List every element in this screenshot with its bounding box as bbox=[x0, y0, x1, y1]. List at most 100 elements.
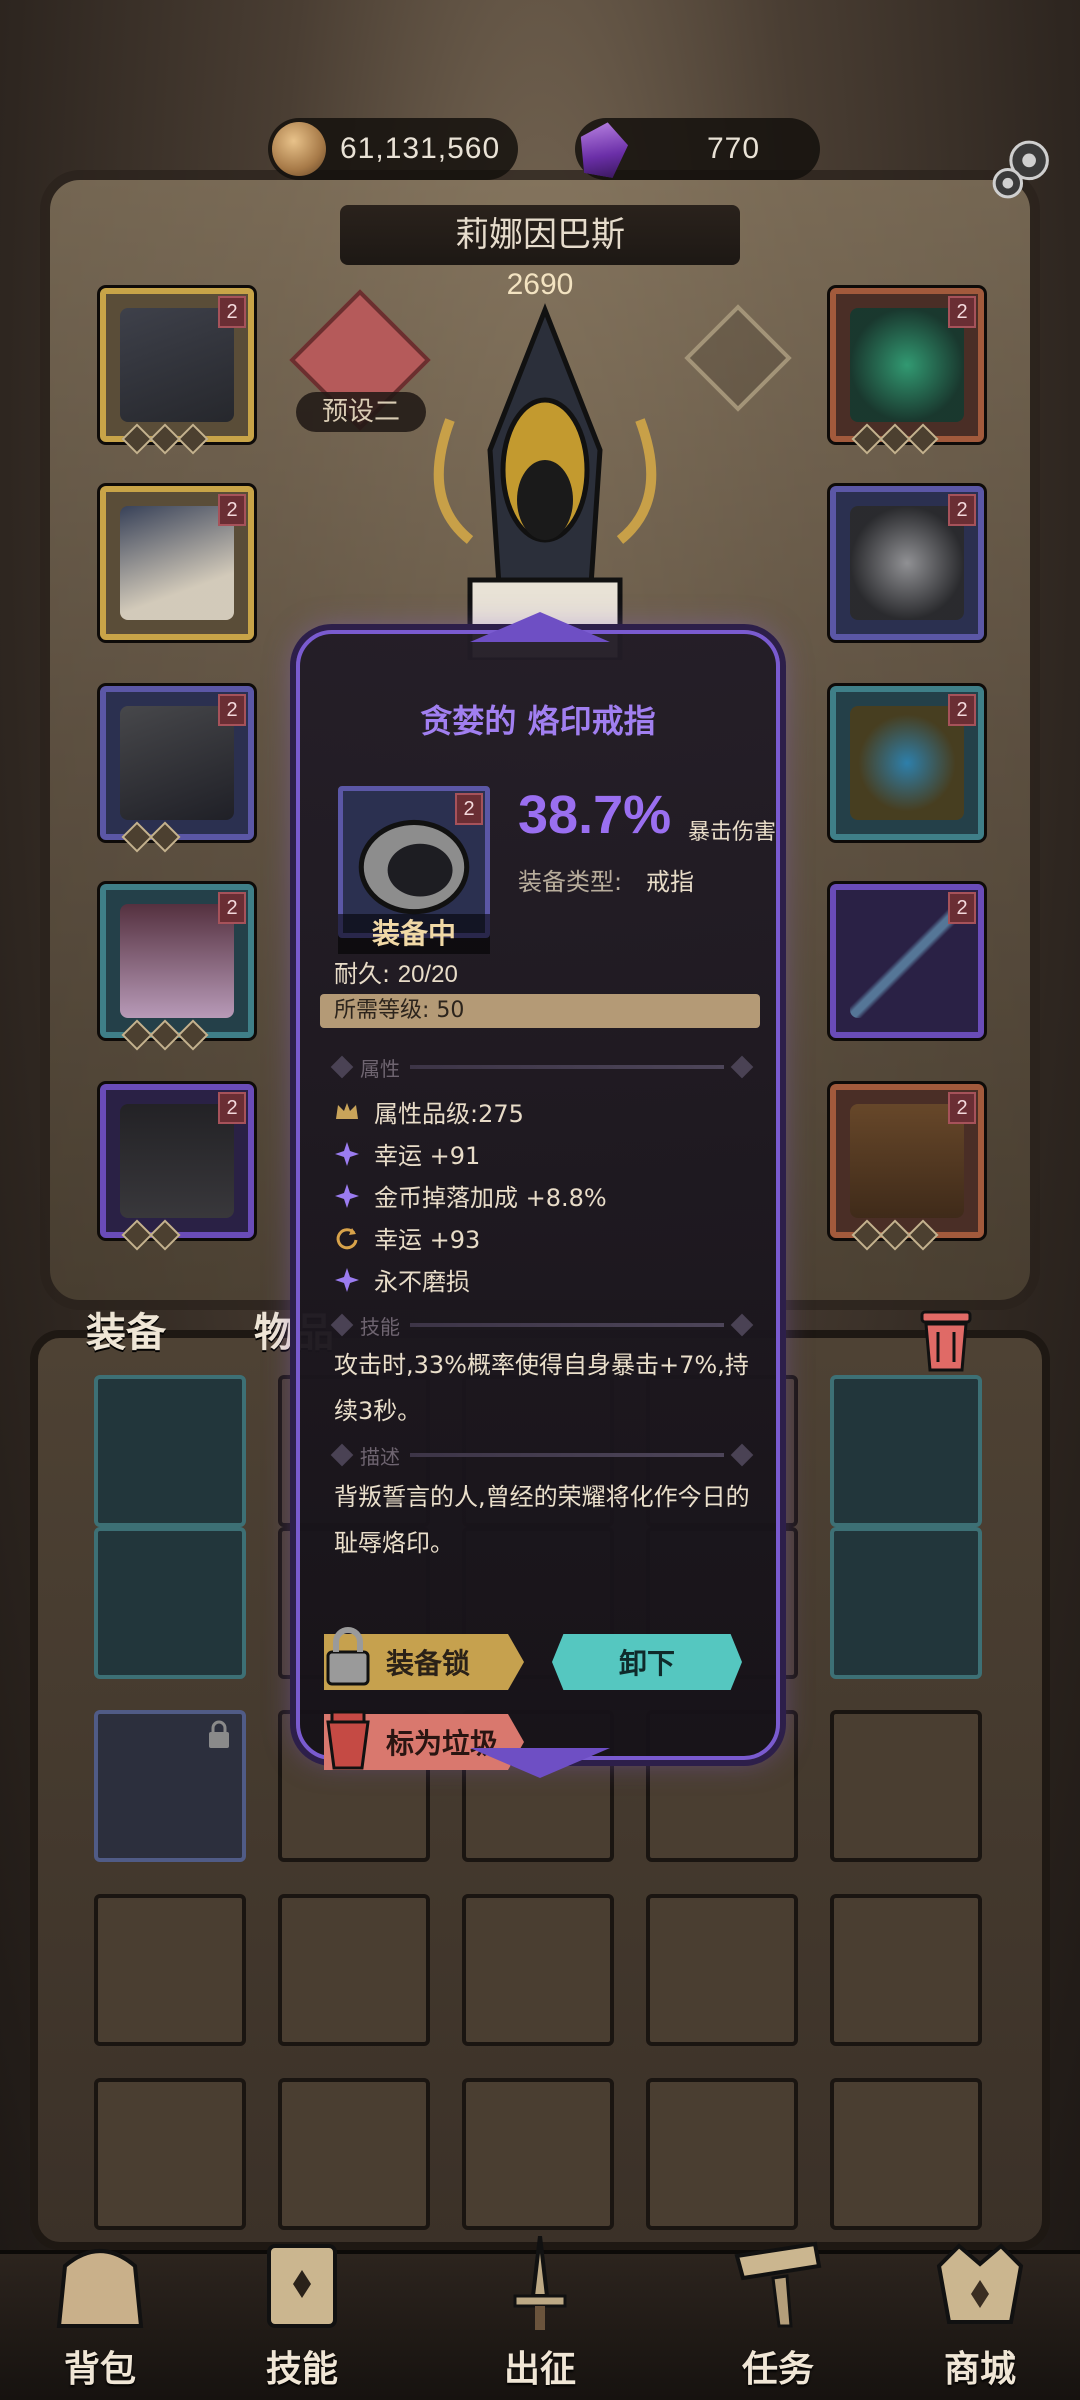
attribute-row: 幸运 +93 bbox=[334, 1220, 480, 1255]
equip-slot-pants[interactable]: 2 bbox=[100, 884, 254, 1051]
inventory-cell[interactable] bbox=[94, 1375, 246, 1527]
description-text: 背叛誓言的人,曾经的荣耀将化作今日的耻辱烙印。 bbox=[334, 1483, 750, 1557]
padlock-icon bbox=[326, 1627, 370, 1686]
equip-slot-bag[interactable]: 2 bbox=[830, 1084, 984, 1251]
nav-backpack[interactable]: 背包 bbox=[20, 2236, 180, 2392]
nav-shop-label: 商城 bbox=[943, 2349, 1016, 2390]
equip-slot-ring-2[interactable]: 2 bbox=[830, 686, 984, 840]
nav-expedition[interactable]: 出征 bbox=[460, 2235, 620, 2392]
inventory-cell[interactable] bbox=[278, 1894, 430, 2046]
gear-icon[interactable] bbox=[982, 130, 1058, 206]
item-detail-popup: 贪婪的 烙印戒指 2 装备中 38.7% 暴击伤害 装备类型: 戒指 耐久: 2… bbox=[296, 630, 780, 1770]
nav-quests[interactable]: 任务 bbox=[698, 2236, 858, 2392]
crown-icon bbox=[336, 1102, 358, 1119]
gem-sockets bbox=[121, 821, 181, 853]
equip-lock-label: 装备锁 bbox=[386, 1647, 471, 1680]
gem-sockets bbox=[121, 423, 209, 455]
gold-counter: 61,131,560 bbox=[268, 118, 518, 180]
preset-label[interactable]: 预设二 bbox=[296, 392, 426, 432]
level-badge: 2 bbox=[948, 494, 976, 526]
level-badge: 2 bbox=[218, 1092, 246, 1124]
nav-skills-label: 技能 bbox=[265, 2349, 338, 2390]
lock-icon bbox=[209, 1720, 229, 1748]
equip-slot-ring-1[interactable]: 2 bbox=[830, 486, 984, 640]
gem-sockets bbox=[121, 1219, 181, 1251]
gem-sockets bbox=[121, 1019, 209, 1051]
nav-backpack-label: 背包 bbox=[63, 2349, 136, 2390]
section-skill: 技能 bbox=[330, 1310, 754, 1340]
backpack-icon bbox=[56, 2249, 144, 2328]
type-value: 戒指 bbox=[646, 868, 694, 896]
nav-quests-label: 任务 bbox=[741, 2349, 814, 2390]
sparkle-icon bbox=[335, 1183, 359, 1208]
inventory-cell[interactable] bbox=[830, 1894, 982, 2046]
inventory-cell[interactable] bbox=[830, 1527, 982, 1679]
equip-slot-amulet[interactable]: 2 bbox=[830, 288, 984, 455]
shop-crown-icon bbox=[936, 2243, 1024, 2324]
required-level-value: 50 bbox=[436, 998, 465, 1023]
equip-slot-boots[interactable]: 2 bbox=[100, 1084, 254, 1251]
inventory-cell[interactable] bbox=[462, 1894, 614, 2046]
durability: 耐久: 20/20 bbox=[334, 954, 458, 989]
tab-equipment[interactable]: 装备 bbox=[86, 1300, 166, 1358]
section-attributes: 属性 bbox=[330, 1052, 754, 1082]
hero-power: 2690 bbox=[506, 268, 574, 301]
sword-icon bbox=[513, 2235, 567, 2330]
book-icon bbox=[267, 2244, 337, 2328]
inventory-cell[interactable] bbox=[94, 1894, 246, 2046]
durability-value: 20/20 bbox=[397, 961, 458, 988]
inventory-cell[interactable] bbox=[830, 1375, 982, 1527]
main-stat-value: 38.7% bbox=[518, 785, 672, 845]
level-badge: 2 bbox=[218, 892, 246, 924]
section-desc: 描述 bbox=[330, 1440, 754, 1470]
inventory-cell[interactable] bbox=[830, 1710, 982, 1862]
inventory-cell[interactable] bbox=[278, 2078, 430, 2230]
trash-icon[interactable] bbox=[918, 1306, 974, 1374]
durability-label: 耐久: bbox=[334, 960, 391, 988]
unequip-button[interactable]: 卸下 bbox=[552, 1634, 742, 1690]
level-badge: 2 bbox=[948, 694, 976, 726]
unequip-label: 卸下 bbox=[618, 1647, 675, 1680]
skill-text: 攻击时,33%概率使得自身暴击+7%,持续3秒。 bbox=[334, 1351, 749, 1425]
gem-icon bbox=[575, 118, 632, 180]
required-level-label: 所需等级: bbox=[334, 998, 430, 1023]
inventory-cell[interactable] bbox=[94, 1710, 246, 1862]
gem-sockets bbox=[851, 1219, 939, 1251]
reroll-icon bbox=[336, 1227, 358, 1249]
inventory-cell[interactable] bbox=[830, 2078, 982, 2230]
gold-value: 61,131,560 bbox=[340, 132, 501, 165]
inventory-cell[interactable] bbox=[646, 2078, 798, 2230]
hero-name: 莉娜因巴斯 bbox=[340, 205, 740, 265]
scroll-icon bbox=[734, 2241, 822, 2328]
inventory-cell[interactable] bbox=[94, 2078, 246, 2230]
main-stat-label: 暴击伤害 bbox=[688, 820, 777, 845]
equip-slot-gloves[interactable]: 2 bbox=[100, 686, 254, 853]
inventory-cell[interactable] bbox=[646, 1894, 798, 2046]
level-badge: 2 bbox=[948, 892, 976, 924]
gem-sockets bbox=[851, 423, 939, 455]
attribute-row: 幸运 +91 bbox=[334, 1136, 480, 1171]
section-attributes-label: 属性 bbox=[360, 1056, 400, 1081]
level-badge: 2 bbox=[948, 296, 976, 328]
hero-figure bbox=[433, 303, 657, 660]
attribute-row: 永不磨损 bbox=[334, 1262, 470, 1297]
nav-skills[interactable]: 技能 bbox=[222, 2236, 382, 2392]
trash-mark-icon bbox=[326, 1710, 370, 1770]
section-desc-label: 描述 bbox=[360, 1444, 400, 1469]
coin-icon bbox=[272, 122, 326, 176]
inventory-cell[interactable] bbox=[94, 1527, 246, 1679]
nav-shop[interactable]: 商城 bbox=[900, 2236, 1060, 2392]
level-badge: 2 bbox=[218, 494, 246, 526]
attribute-row: 属性品级:275 bbox=[334, 1094, 524, 1129]
section-skill-label: 技能 bbox=[360, 1314, 400, 1339]
level-badge: 2 bbox=[455, 793, 483, 825]
level-badge: 2 bbox=[218, 296, 246, 328]
level-badge: 2 bbox=[218, 694, 246, 726]
mark-trash-label: 标为垃圾 bbox=[386, 1727, 499, 1760]
attribute-row: 金币掉落加成 +8.8% bbox=[334, 1178, 607, 1213]
inventory-cell[interactable] bbox=[462, 2078, 614, 2230]
equip-slot-helmet[interactable]: 2 bbox=[100, 288, 254, 455]
equip-slot-weapon[interactable]: 2 bbox=[830, 884, 984, 1038]
item-title: 贪婪的 烙印戒指 bbox=[420, 702, 656, 740]
equip-slot-armor[interactable]: 2 bbox=[100, 486, 254, 640]
